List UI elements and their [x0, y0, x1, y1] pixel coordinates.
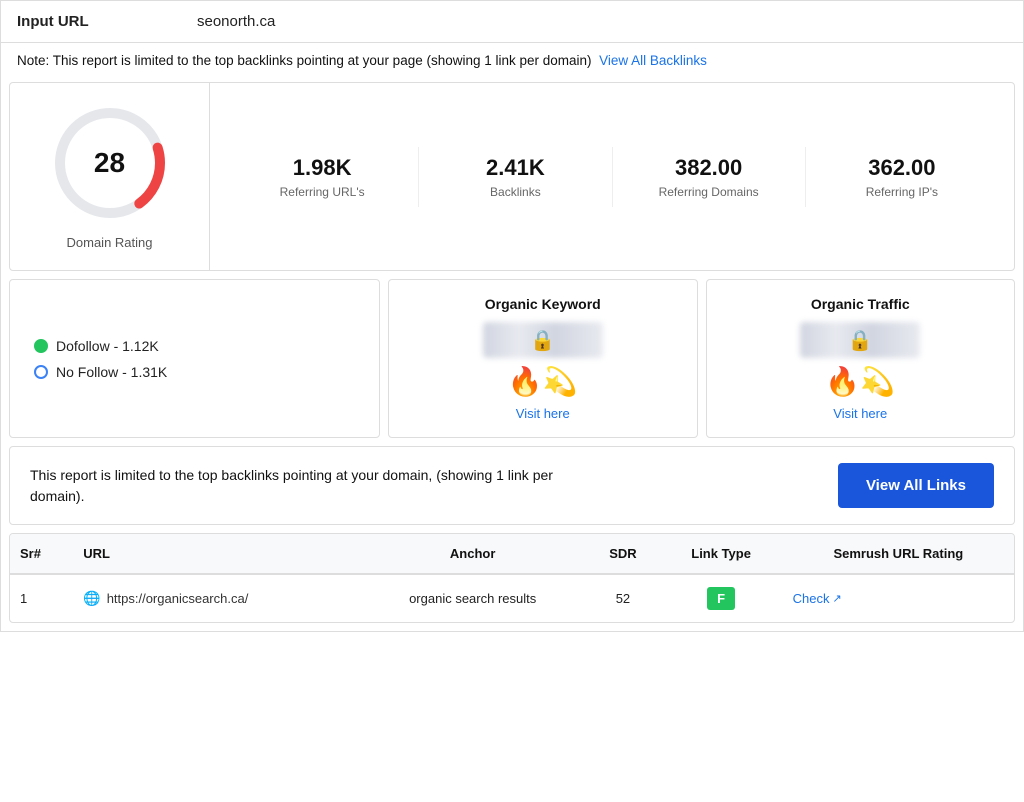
url-text: https://organicsearch.ca/ — [107, 591, 249, 606]
globe-icon: 🌐 — [83, 590, 100, 607]
metrics-row: 1.98K Referring URL's 2.41K Backlinks 38… — [210, 83, 1014, 270]
col-semrush: Semrush URL Rating — [783, 534, 1014, 574]
input-url-value: seonorth.ca — [197, 13, 275, 30]
semrush-check-link[interactable]: Check ↗ — [793, 591, 1004, 606]
metric-label-1: Backlinks — [490, 185, 541, 199]
organic-traffic-blurred: 🔒 — [800, 322, 920, 358]
metric-backlinks: 2.41K Backlinks — [419, 147, 612, 207]
organic-traffic-box: Organic Traffic 🔒 🔥💫 Visit here — [706, 279, 1016, 438]
cell-url: 🌐 https://organicsearch.ca/ — [73, 574, 359, 622]
backlinks-table: Sr# URL Anchor SDR Link Type Semrush URL… — [10, 534, 1014, 622]
cell-sr: 1 — [10, 574, 73, 622]
nofollow-item: No Follow - 1.31K — [34, 364, 355, 380]
link-type-section: Dofollow - 1.12K No Follow - 1.31K Organ… — [9, 279, 1015, 438]
metric-referring-urls: 1.98K Referring URL's — [226, 147, 419, 207]
organic-keyword-title: Organic Keyword — [485, 296, 601, 312]
organic-keyword-blurred: 🔒 — [483, 322, 603, 358]
domain-rating-label: Domain Rating — [67, 235, 153, 250]
nofollow-dot — [34, 365, 48, 379]
metric-value-0: 1.98K — [293, 155, 352, 181]
metric-label-0: Referring URL's — [280, 185, 365, 199]
table-row: 1 🌐 https://organicsearch.ca/ organic se… — [10, 574, 1014, 622]
organic-traffic-lock-icon: 🔒 — [848, 328, 873, 353]
external-link-icon: ↗ — [833, 592, 842, 605]
page-wrapper: Input URL seonorth.ca Note: This report … — [0, 0, 1024, 632]
view-all-links-button[interactable]: View All Links — [838, 463, 994, 508]
dofollow-label: Dofollow - 1.12K — [56, 338, 159, 354]
domain-rating-box: 28 Domain Rating — [10, 83, 210, 270]
cell-semrush: Check ↗ — [783, 574, 1014, 622]
stats-section: 28 Domain Rating 1.98K Referring URL's 2… — [9, 82, 1015, 271]
col-url: URL — [73, 534, 359, 574]
nofollow-label: No Follow - 1.31K — [56, 364, 167, 380]
backlinks-table-section: Sr# URL Anchor SDR Link Type Semrush URL… — [9, 533, 1015, 623]
cell-sdr: 52 — [586, 574, 659, 622]
view-all-banner: This report is limited to the top backli… — [9, 446, 1015, 525]
url-cell: 🌐 https://organicsearch.ca/ — [83, 590, 349, 607]
note-text: Note: This report is limited to the top … — [17, 53, 592, 68]
domain-rating-value: 28 — [94, 147, 125, 179]
metric-label-3: Referring IP's — [866, 185, 938, 199]
metric-referring-ips: 362.00 Referring IP's — [806, 147, 998, 207]
note-row: Note: This report is limited to the top … — [1, 43, 1023, 78]
metric-referring-domains: 382.00 Referring Domains — [613, 147, 806, 207]
organic-traffic-title: Organic Traffic — [811, 296, 910, 312]
cell-anchor: organic search results — [359, 574, 586, 622]
col-anchor: Anchor — [359, 534, 586, 574]
organic-traffic-fire-icon: 🔥💫 — [825, 368, 895, 396]
organic-keyword-box: Organic Keyword 🔒 🔥💫 Visit here — [388, 279, 698, 438]
cell-link-type: F — [660, 574, 783, 622]
view-all-text: This report is limited to the top backli… — [30, 465, 580, 507]
col-sdr: SDR — [586, 534, 659, 574]
col-link-type: Link Type — [660, 534, 783, 574]
gauge-chart: 28 — [50, 103, 170, 223]
organic-keyword-fire-icon: 🔥💫 — [508, 368, 578, 396]
organic-traffic-visit-link[interactable]: Visit here — [833, 406, 887, 421]
metric-label-2: Referring Domains — [659, 185, 759, 199]
metric-value-1: 2.41K — [486, 155, 545, 181]
check-label: Check — [793, 591, 830, 606]
input-url-row: Input URL seonorth.ca — [1, 1, 1023, 43]
dofollow-dot — [34, 339, 48, 353]
view-all-backlinks-link[interactable]: View All Backlinks — [599, 53, 707, 68]
metric-value-3: 362.00 — [868, 155, 935, 181]
metric-value-2: 382.00 — [675, 155, 742, 181]
input-url-label: Input URL — [17, 13, 197, 30]
table-header-row: Sr# URL Anchor SDR Link Type Semrush URL… — [10, 534, 1014, 574]
link-type-box: Dofollow - 1.12K No Follow - 1.31K — [9, 279, 380, 438]
organic-keyword-visit-link[interactable]: Visit here — [516, 406, 570, 421]
col-sr: Sr# — [10, 534, 73, 574]
link-type-badge: F — [707, 587, 735, 610]
dofollow-item: Dofollow - 1.12K — [34, 338, 355, 354]
organic-keyword-lock-icon: 🔒 — [530, 328, 555, 353]
